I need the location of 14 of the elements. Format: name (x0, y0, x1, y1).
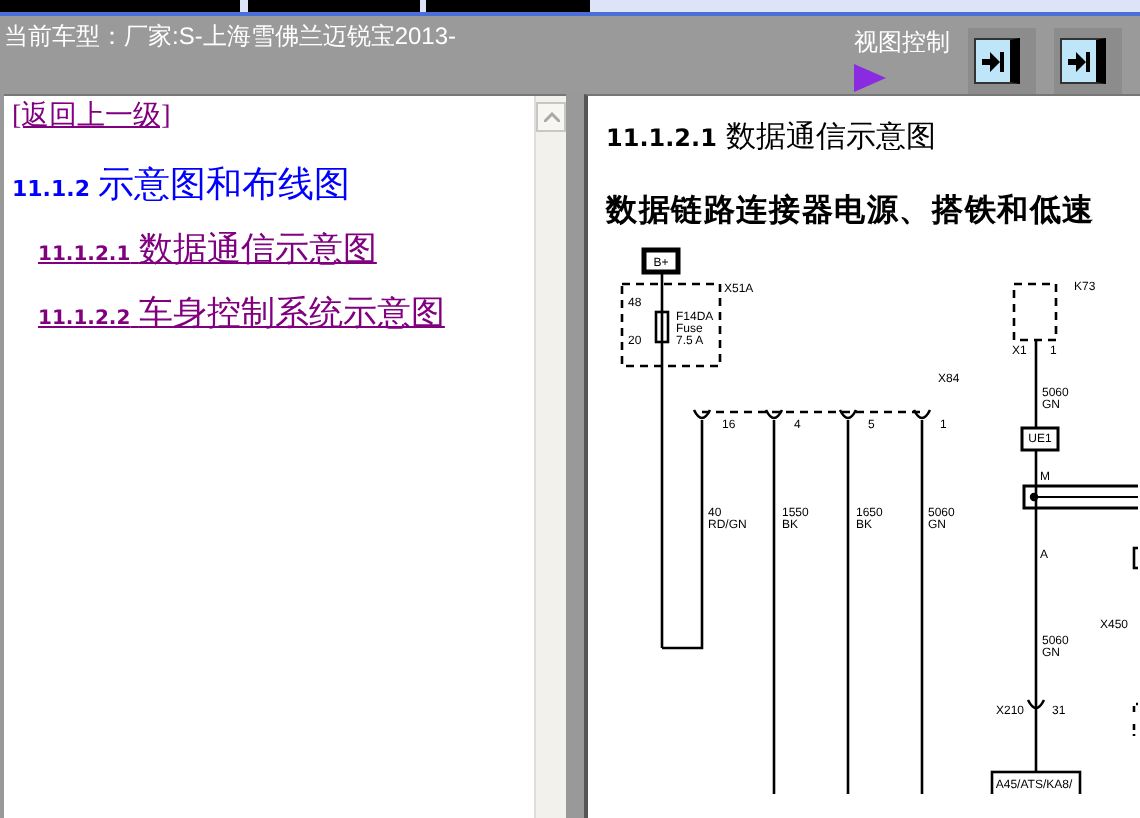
scrollbar[interactable] (534, 96, 566, 818)
panel-toggle-button[interactable] (1054, 28, 1122, 94)
panel-toggle-button[interactable] (968, 28, 1036, 94)
diagram-heading: 11.1.2.1 数据通信示意图 (606, 118, 939, 156)
chevron-up-icon (543, 112, 559, 122)
vehicle-label: 当前车型：厂家:S-上海雪佛兰迈锐宝2013- (2, 20, 459, 54)
arrow-to-bar-icon (1068, 51, 1090, 71)
scroll-up-button[interactable] (536, 102, 566, 132)
section-title: 11.1.2 示意图和布线图 (12, 162, 350, 208)
arrow-to-bar-icon (982, 51, 1004, 71)
play-triangle-icon[interactable] (854, 64, 886, 92)
back-link[interactable]: [返回上一级] (12, 98, 171, 134)
diagram-subtitle: 数据链路连接器电源、搭铁和低速 (606, 190, 1097, 232)
view-control-label: 视图控制 (854, 26, 950, 60)
